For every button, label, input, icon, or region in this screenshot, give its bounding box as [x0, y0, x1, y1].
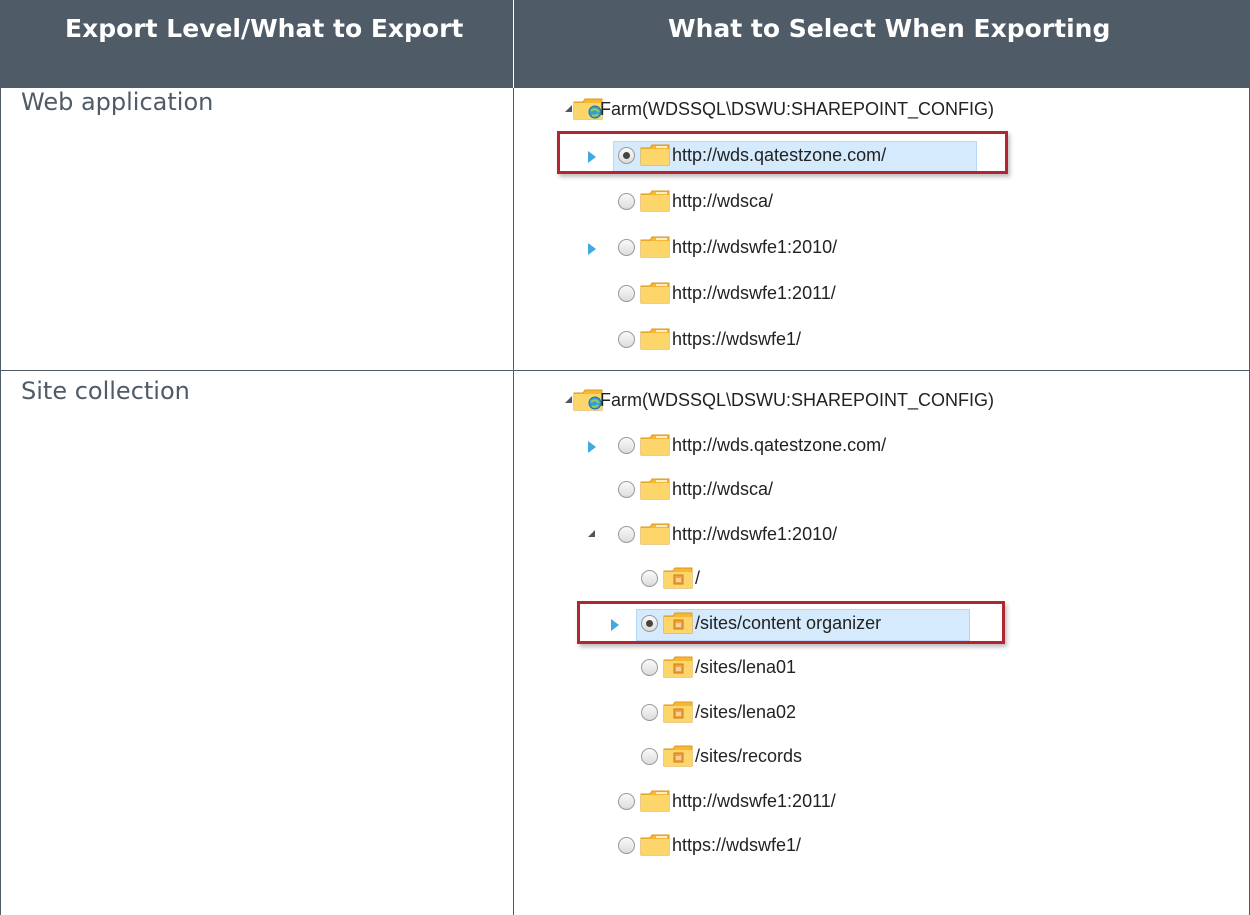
tree-node[interactable]: /sites/records [0, 740, 1250, 776]
folder-icon [640, 434, 670, 456]
tree-node-label: / [695, 568, 701, 588]
header-cell-export-level: Export Level/What to Export [0, 0, 513, 88]
tree-node-label: /sites/lena02 [695, 701, 797, 722]
tree-node[interactable]: Farm(WDSSQL\DSWU:SHAREPOINT_CONFIG) [0, 93, 1250, 129]
tree-node-label: Farm(WDSSQL\DSWU:SHAREPOINT_CONFIG) [600, 390, 995, 410]
highlight-box-web-application [557, 131, 1008, 174]
tree-node-label: http://wdswfe1:2010/ [672, 237, 838, 257]
folder-icon [640, 834, 670, 856]
tree-node[interactable]: Farm(WDSSQL\DSWU:SHAREPOINT_CONFIG) [0, 384, 1250, 420]
folder-icon [640, 523, 670, 545]
radio-button[interactable] [618, 792, 635, 810]
radio-button[interactable] [618, 837, 635, 854]
folder-icon [640, 236, 670, 258]
site-folder-icon [663, 701, 693, 723]
radio-button[interactable] [641, 703, 658, 721]
tree-node-label: https://wdswfe1/ [672, 835, 802, 855]
tree-node-label: http://wdswfe1:2011/ [672, 283, 836, 303]
tree-node-label: http://wdswfe1:2010/ [672, 523, 838, 544]
expanded-arrow-icon[interactable] [588, 529, 595, 537]
tree-node-label: /sites/records [695, 746, 803, 766]
radio-button[interactable] [618, 481, 635, 498]
tree-node[interactable]: http://wds.qatestzone.com/ [0, 429, 1250, 465]
tree-node[interactable]: http://wdswfe1:2010/ [0, 518, 1250, 554]
tree-node-label: /sites/lena01 [695, 657, 797, 677]
folder-icon [640, 190, 670, 212]
radio-button[interactable] [641, 659, 658, 676]
radio-button[interactable] [618, 331, 635, 348]
expand-arrow-icon[interactable] [588, 440, 596, 453]
radio-button[interactable] [618, 193, 635, 210]
header-export-level: Export Level/What to Export [65, 14, 464, 43]
tree-node-label: Farm(WDSSQL\DSWU:SHAREPOINT_CONFIG) [600, 99, 995, 119]
highlight-box-site-collection [577, 601, 1005, 644]
radio-button[interactable] [618, 285, 635, 302]
farm-icon [573, 389, 603, 411]
farm-icon [573, 98, 603, 120]
tree-node[interactable]: / [0, 562, 1250, 598]
tree-node-label: http://wdswfe1:2011/ [672, 790, 836, 811]
expanded-arrow-icon[interactable] [565, 396, 572, 403]
tree-node-label: http://wdsca/ [672, 479, 774, 499]
site-folder-icon [663, 567, 693, 589]
folder-icon [640, 282, 670, 304]
folder-icon [640, 478, 670, 500]
tree-node[interactable]: https://wdswfe1/ [0, 323, 1250, 359]
tree-node[interactable]: http://wdswfe1:2011/ [0, 277, 1250, 313]
tree-node[interactable]: /sites/lena02 [0, 696, 1250, 732]
folder-icon [640, 790, 670, 812]
radio-button[interactable] [618, 525, 635, 543]
folder-icon [640, 328, 670, 350]
tree-node[interactable]: https://wdswfe1/ [0, 829, 1250, 865]
export-level-table: Export Level/What to Export What to Sele… [0, 0, 1250, 915]
expand-arrow-icon[interactable] [588, 243, 596, 255]
header-what-to-select: What to Select When Exporting [668, 14, 1111, 43]
header-cell-what-to-select: What to Select When Exporting [514, 0, 1250, 88]
tree-node[interactable]: http://wdswfe1:2010/ [0, 231, 1250, 267]
tree-node-label: http://wdsca/ [672, 191, 774, 211]
table-divider-row [0, 370, 1250, 371]
site-folder-icon [663, 656, 693, 678]
tree-node[interactable]: http://wdsca/ [0, 185, 1250, 221]
site-folder-icon [663, 745, 693, 767]
radio-button[interactable] [618, 239, 635, 256]
tree-node[interactable]: http://wdswfe1:2011/ [0, 785, 1250, 821]
tree-node-label: http://wds.qatestzone.com/ [672, 434, 887, 455]
tree-node-label: https://wdswfe1/ [672, 329, 802, 349]
expanded-arrow-icon[interactable] [565, 105, 572, 112]
radio-button[interactable] [618, 436, 635, 454]
radio-button[interactable] [641, 748, 658, 765]
tree-node[interactable]: http://wdsca/ [0, 473, 1250, 509]
tree-node[interactable]: /sites/lena01 [0, 651, 1250, 687]
radio-button[interactable] [641, 570, 658, 587]
